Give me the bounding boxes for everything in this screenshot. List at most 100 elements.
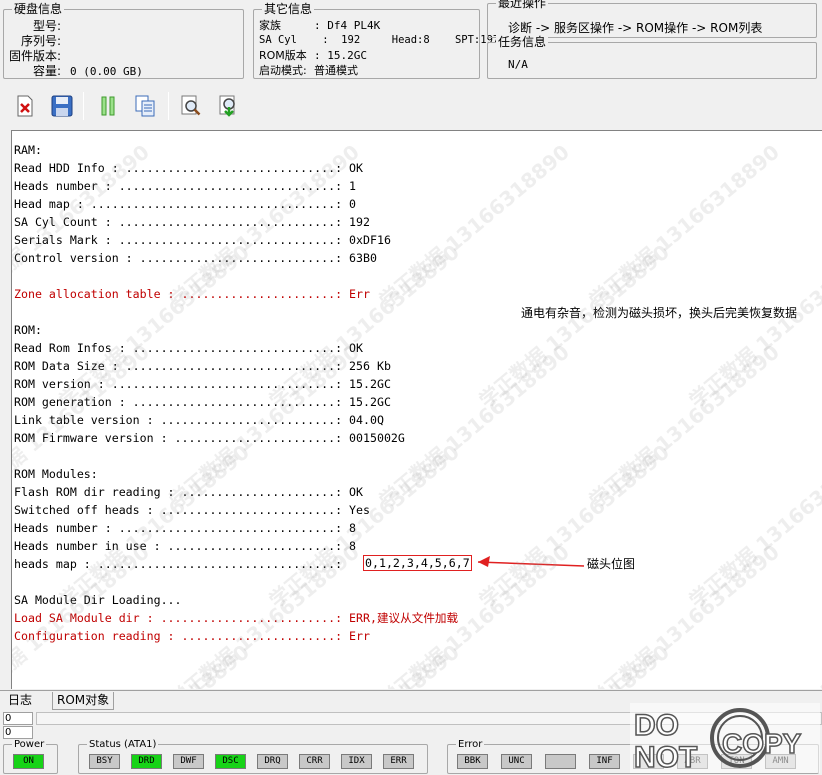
badge-copy: COPY	[722, 728, 802, 759]
tab-log[interactable]: 日志	[4, 692, 36, 710]
log-line: Read Rom Infos : .......................…	[14, 341, 364, 355]
progress-box-1: 0	[3, 712, 33, 725]
recent-ops-group: 最近操作 诊断 -> 服务区操作 -> ROM操作 -> ROM列表	[487, 0, 817, 38]
log-line: Heads number in use : ..................…	[14, 539, 357, 553]
status-led-dsc: DSC	[215, 754, 246, 769]
other-info-group: 其它信息 家族 : Df4 PL4K SA Cyl : 192 Head:8 S…	[253, 2, 506, 79]
disk-info-title: 硬盘信息	[12, 2, 65, 16]
log-line: Link table version : ...................…	[14, 413, 384, 427]
boot-mode-label: 启动模式:	[259, 64, 307, 77]
watermark-text: 学正数据 13166318890	[374, 139, 574, 313]
annotation-arrow-icon	[477, 556, 585, 567]
badge-do: DO	[634, 709, 679, 742]
tab-rom-objects[interactable]: ROM对象	[52, 692, 115, 710]
status-led-bsy: BSY	[89, 754, 120, 769]
log-line: heads map : ............................…	[14, 557, 350, 571]
status-led-unc: UNC	[501, 754, 532, 769]
watermark-text: 学正数据 13166318890	[684, 239, 822, 413]
heads-map-box: 0,1,2,3,4,5,6,7	[363, 555, 472, 571]
status-led-crr: CRR	[299, 754, 330, 769]
top-note-annotation: 通电有杂音，检测为磁头损坏，换头后完美恢复数据	[521, 306, 798, 320]
rom-version-value: : 15.2GC	[314, 49, 367, 62]
sa-cyl-line: SA Cyl : 192 Head:8 SPT:1974	[259, 34, 506, 46]
badge-not: NOT	[634, 741, 697, 773]
model-label: 型号:	[32, 19, 61, 33]
watermark-text: 学正数据 13166318890	[474, 239, 674, 413]
copy-icon	[135, 95, 155, 117]
log-line: Flash ROM dir reading : ................…	[14, 485, 364, 499]
log-line: Head map : .............................…	[14, 197, 357, 211]
log-line: Heads number : .........................…	[14, 521, 357, 535]
serial-label: 序列号:	[20, 34, 61, 48]
log-line: ROM generation : .......................…	[14, 395, 391, 409]
status-title: Status (ATA1)	[87, 739, 159, 750]
other-info-title: 其它信息	[262, 2, 315, 16]
watermark-text: 学正数据 13166318890	[474, 439, 674, 613]
log-line: ROM Firmware version : .................…	[14, 431, 405, 445]
power-group: Power ON	[3, 739, 58, 774]
log-line: RAM:	[14, 143, 42, 157]
download-search-button[interactable]	[214, 91, 244, 121]
heads-map-annotation: 磁头位图	[587, 557, 636, 571]
watermark-text: 学正数据 13166318890	[374, 339, 574, 513]
log-line: ROM Data Size : ........................…	[14, 359, 391, 373]
delete-document-icon	[17, 95, 33, 117]
log-line: Serials Mark : .........................…	[14, 233, 391, 247]
status-group: Status (ATA1) BSY DRD DWF DSC DRQ CRR IDX ERR	[78, 739, 428, 774]
log-line: Read HDD Info : ........................…	[14, 161, 364, 175]
log-line: Control version : ......................…	[14, 251, 377, 265]
watermark-text: 学正数据 13166318890	[584, 339, 784, 513]
rom-version-label: ROM版本	[259, 49, 307, 62]
toolbar	[0, 86, 822, 126]
status-led-dwf: DWF	[173, 754, 204, 769]
delete-document-button[interactable]	[10, 91, 40, 121]
log-panel[interactable]: RAM: Read HDD Info : ....................…	[11, 130, 822, 689]
watermark-text: 学正数据 13166318890	[684, 439, 822, 613]
recent-ops-title: 最近操作	[496, 0, 549, 10]
save-disk-icon	[51, 95, 73, 117]
boot-mode-value: 普通模式	[314, 64, 358, 77]
watermark-text: 学正数据 13166318890	[584, 139, 784, 313]
status-led-on: ON	[13, 754, 44, 769]
task-info-title: 任务信息	[496, 35, 549, 49]
watermark-text: 学正数据 13166318890	[472, 637, 675, 689]
log-line: Configuration reading : ................…	[14, 629, 370, 643]
log-line: Heads number : .........................…	[14, 179, 357, 193]
firmware-label: 固件版本:	[8, 49, 61, 63]
status-led-inf: INF	[589, 754, 620, 769]
recent-ops-path: 诊断 -> 服务区操作 -> ROM操作 -> ROM列表	[508, 21, 763, 35]
log-line: ROM Modules:	[14, 467, 98, 481]
progress-box-2: 0	[3, 726, 33, 739]
capacity-label: 容量:	[32, 64, 61, 78]
log-line: ROM version : ..........................…	[14, 377, 391, 391]
task-info-group: 任务信息 N/A	[487, 35, 817, 79]
save-button[interactable]	[47, 91, 77, 121]
search-document-button[interactable]	[176, 91, 206, 121]
status-led-blank	[545, 754, 576, 769]
log-line: Load SA Module dir : ...................…	[14, 611, 459, 625]
status-led-bbk: BBK	[457, 754, 488, 769]
copy-button[interactable]	[130, 91, 160, 121]
task-info-value: N/A	[508, 58, 528, 71]
heads-map-value: 0,1,2,3,4,5,6,7	[363, 554, 472, 572]
log-line: SA Cyl Count : .........................…	[14, 215, 370, 229]
log-line: Zone allocation table : ................…	[14, 287, 370, 301]
status-led-drq: DRQ	[257, 754, 288, 769]
log-line: ROM:	[14, 323, 42, 337]
watermark-text: 学正数据 13166318890	[682, 637, 822, 689]
log-line: Switched off heads : ...................…	[14, 503, 370, 517]
pause-button[interactable]	[93, 91, 123, 121]
capacity-value: 0 (0.00 GB)	[70, 65, 143, 78]
status-led-err: ERR	[383, 754, 414, 769]
toolbar-separator	[168, 92, 169, 120]
error-title: Error	[456, 739, 485, 750]
log-line: SA Module Dir Loading...	[14, 593, 182, 607]
do-not-copy-badge: DO NOT COPY	[630, 703, 820, 775]
download-search-icon	[219, 95, 235, 117]
family-value: : Df4 PL4K	[314, 19, 381, 32]
power-title: Power	[12, 739, 47, 750]
disk-info-group: 硬盘信息 型号: 序列号: 固件版本: 容量: 0 (0.00 GB)	[3, 2, 244, 79]
pause-icon	[101, 96, 115, 116]
status-led-idx: IDX	[341, 754, 372, 769]
family-label: 家族	[259, 19, 281, 32]
